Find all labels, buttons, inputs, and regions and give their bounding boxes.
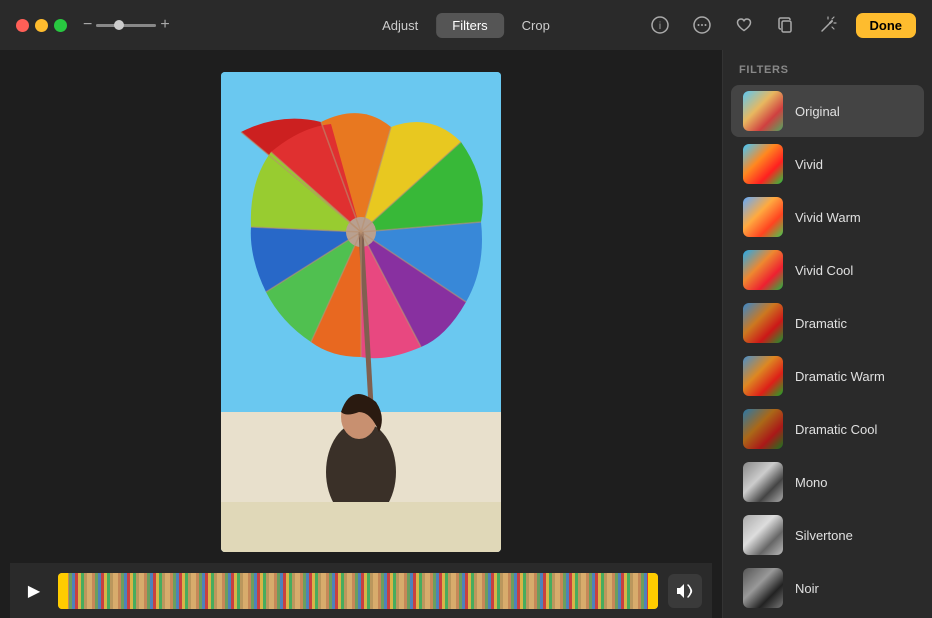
filters-list: Original Vivid Vivid Warm Vivid Cool Dramati… xyxy=(723,84,932,615)
filter-label-dramatic-warm: Dramatic Warm xyxy=(795,369,885,384)
filter-label-silvertone: Silvertone xyxy=(795,528,853,543)
filter-label-dramatic: Dramatic xyxy=(795,316,847,331)
main-content: ▶ FILTERS Original Vivid Vivid Warm Vivid C… xyxy=(0,50,932,618)
filter-label-original: Original xyxy=(795,104,840,119)
filter-thumb-dramatic-warm xyxy=(743,356,783,396)
timeline-handle-left[interactable] xyxy=(58,573,68,609)
filter-label-noir: Noir xyxy=(795,581,819,596)
filter-item-vivid[interactable]: Vivid xyxy=(731,138,924,190)
volume-button[interactable] xyxy=(668,574,702,608)
filter-item-mono[interactable]: Mono xyxy=(731,456,924,508)
play-icon: ▶ xyxy=(28,581,40,601)
filter-label-vivid: Vivid xyxy=(795,157,823,172)
photo-container xyxy=(10,60,712,563)
magic-wand-button[interactable] xyxy=(814,11,842,39)
timeline-bar: ▶ xyxy=(10,563,712,618)
tab-crop[interactable]: Crop xyxy=(506,13,566,38)
svg-text:i: i xyxy=(658,21,660,32)
filter-thumb-original xyxy=(743,91,783,131)
volume-icon xyxy=(676,583,694,599)
timeline-handle-right[interactable] xyxy=(648,573,658,609)
duplicate-button[interactable] xyxy=(772,11,800,39)
minimize-button[interactable] xyxy=(35,19,48,32)
tab-adjust[interactable]: Adjust xyxy=(366,13,434,38)
traffic-lights xyxy=(16,19,67,32)
filter-item-vivid-cool[interactable]: Vivid Cool xyxy=(731,244,924,296)
filter-label-vivid-cool: Vivid Cool xyxy=(795,263,853,278)
filter-item-dramatic-cool[interactable]: Dramatic Cool xyxy=(731,403,924,455)
filter-label-vivid-warm: Vivid Warm xyxy=(795,210,861,225)
close-button[interactable] xyxy=(16,19,29,32)
more-options-button[interactable] xyxy=(688,11,716,39)
play-button[interactable]: ▶ xyxy=(20,577,48,605)
filter-label-mono: Mono xyxy=(795,475,828,490)
zoom-plus-icon[interactable]: + xyxy=(160,16,169,34)
filter-thumb-silvertone xyxy=(743,515,783,555)
tab-bar: Adjust Filters Crop xyxy=(366,13,566,38)
filter-thumb-vivid-cool xyxy=(743,250,783,290)
tab-filters[interactable]: Filters xyxy=(436,13,503,38)
filter-item-original[interactable]: Original xyxy=(731,85,924,137)
done-button[interactable]: Done xyxy=(856,13,917,38)
titlebar: − + Adjust Filters Crop i xyxy=(0,0,932,50)
filters-sidebar: FILTERS Original Vivid Vivid Warm Vivid Coo… xyxy=(722,50,932,618)
filter-thumb-noir xyxy=(743,568,783,608)
filter-item-vivid-warm[interactable]: Vivid Warm xyxy=(731,191,924,243)
filter-label-dramatic-cool: Dramatic Cool xyxy=(795,422,877,437)
filters-header: FILTERS xyxy=(723,50,932,84)
favorites-button[interactable] xyxy=(730,11,758,39)
info-button[interactable]: i xyxy=(646,11,674,39)
photo-area: ▶ xyxy=(0,50,722,618)
photo-frame xyxy=(221,72,501,552)
photo-image xyxy=(221,72,501,552)
toolbar-right: i xyxy=(646,11,917,39)
filter-thumb-dramatic xyxy=(743,303,783,343)
zoom-slider[interactable] xyxy=(96,24,156,27)
filter-thumb-vivid xyxy=(743,144,783,184)
zoom-control: − + xyxy=(83,16,170,34)
filter-thumb-mono xyxy=(743,462,783,502)
timeline-frames xyxy=(58,573,658,609)
filter-item-noir[interactable]: Noir xyxy=(731,562,924,614)
filter-item-dramatic-warm[interactable]: Dramatic Warm xyxy=(731,350,924,402)
filter-thumb-dramatic-cool xyxy=(743,409,783,449)
maximize-button[interactable] xyxy=(54,19,67,32)
filter-item-dramatic[interactable]: Dramatic xyxy=(731,297,924,349)
timeline-strip[interactable] xyxy=(58,573,658,609)
zoom-minus-icon[interactable]: − xyxy=(83,16,92,34)
filter-item-silvertone[interactable]: Silvertone xyxy=(731,509,924,561)
filter-thumb-vivid-warm xyxy=(743,197,783,237)
